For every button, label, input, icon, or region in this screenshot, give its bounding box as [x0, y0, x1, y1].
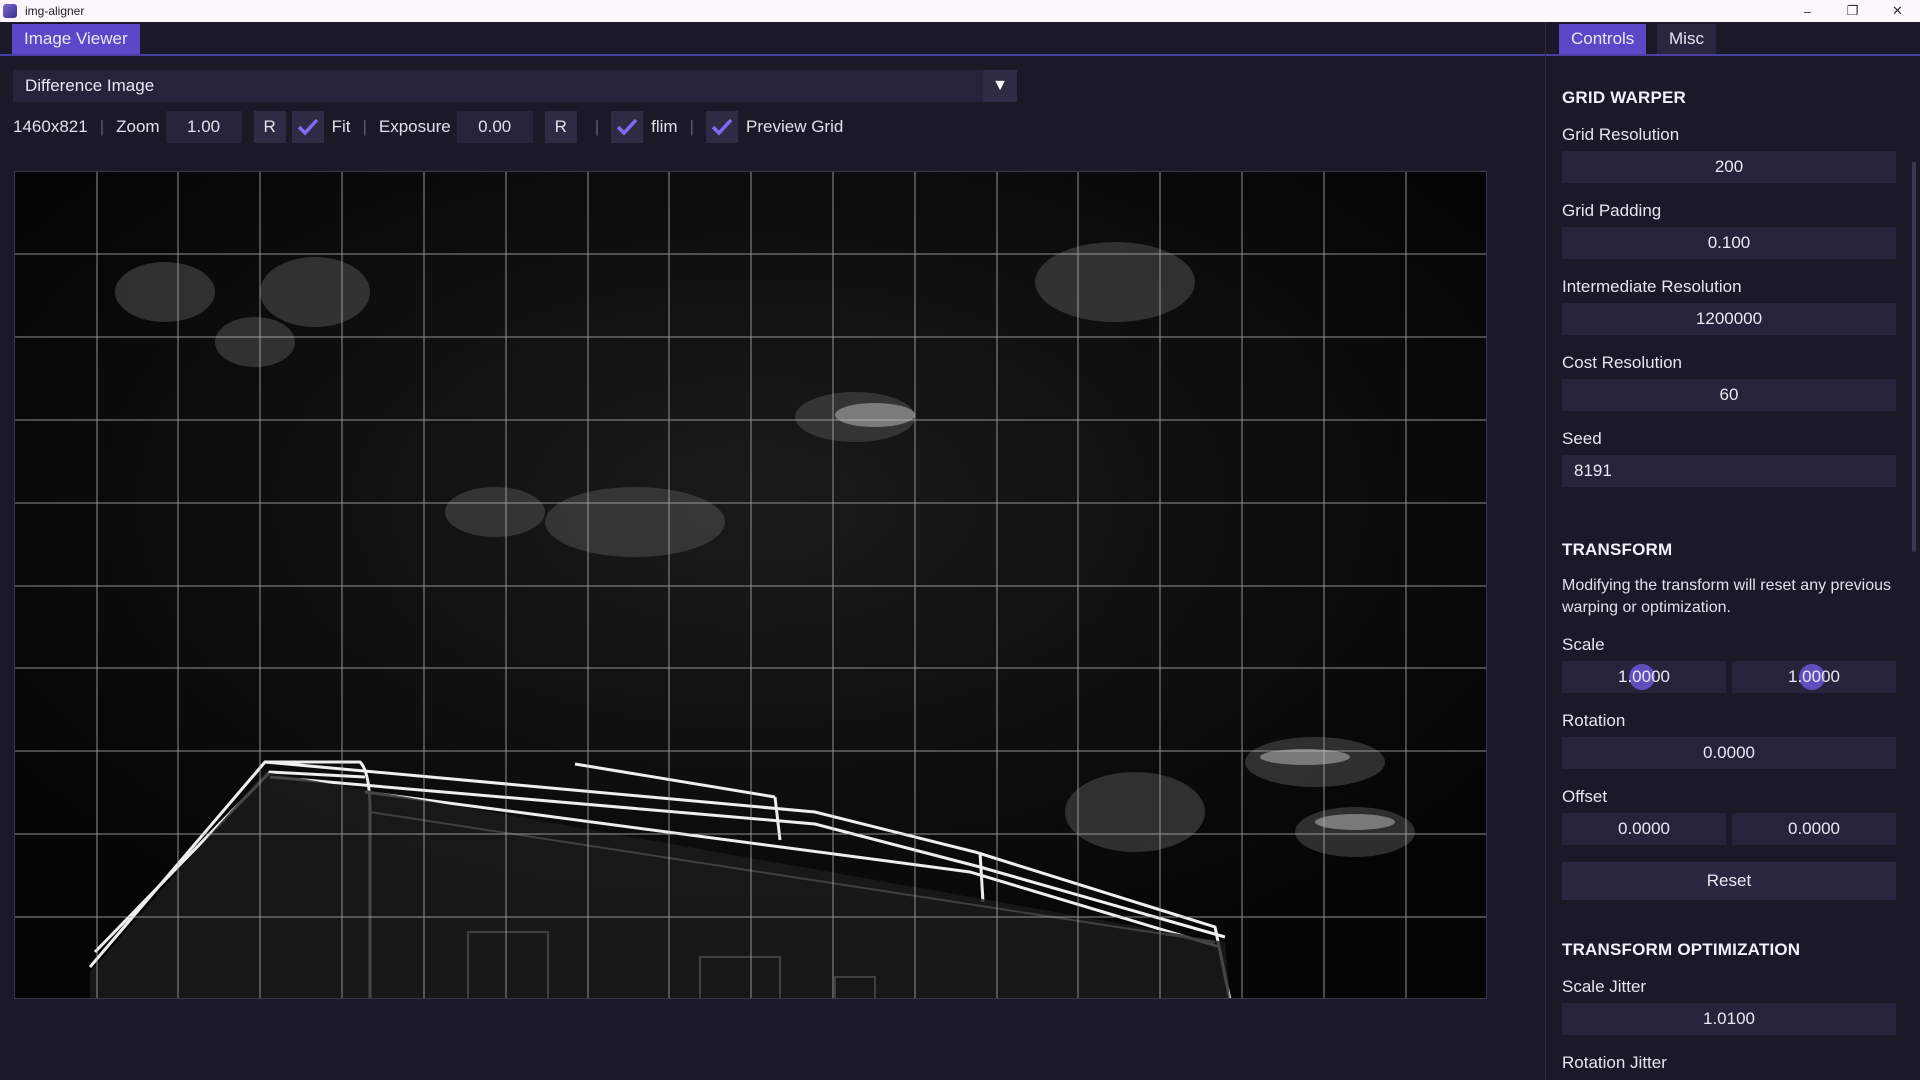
- scale-y-input[interactable]: 1.0000: [1732, 661, 1896, 693]
- scrollbar[interactable]: [1912, 162, 1916, 552]
- app-icon: [3, 4, 17, 18]
- flim-checkbox[interactable]: [611, 111, 644, 143]
- fit-checkbox[interactable]: [291, 111, 324, 143]
- grid-padding-label: Grid Padding: [1562, 201, 1662, 220]
- window-title: img-aligner: [25, 4, 85, 18]
- transform-note: Modifying the transform will reset any p…: [1562, 577, 1892, 616]
- scale-label: Scale: [1562, 635, 1605, 654]
- transform-heading: TRANSFORM: [1562, 540, 1673, 559]
- difference-image: [15, 172, 1486, 998]
- checkmark-icon: [297, 118, 318, 136]
- grid-warper-heading: GRID WARPER: [1562, 88, 1687, 107]
- checkmark-icon: [616, 118, 638, 136]
- cost-resolution-input[interactable]: 60: [1562, 379, 1896, 411]
- preview-grid-label: Preview Grid: [746, 117, 844, 136]
- viewer-tab-bar: Image Viewer: [0, 22, 1545, 56]
- zoom-label: Zoom: [116, 117, 160, 136]
- title-bar: img-aligner – ❐ ✕: [0, 0, 1920, 22]
- scale-jitter-input[interactable]: 1.0100: [1562, 1003, 1896, 1035]
- reset-zoom-button[interactable]: R: [253, 111, 286, 143]
- restore-button[interactable]: ❐: [1830, 0, 1875, 22]
- intermediate-resolution-input[interactable]: 1200000: [1562, 303, 1896, 335]
- exposure-input[interactable]: 0.00: [456, 111, 533, 143]
- seed-label: Seed: [1562, 429, 1602, 448]
- grid-padding-input[interactable]: 0.100: [1562, 227, 1896, 259]
- tab-image-viewer[interactable]: Image Viewer: [12, 24, 140, 54]
- grid-resolution-input[interactable]: 200: [1562, 151, 1896, 183]
- viewer-toolbar: 1460x821 | Zoom 1.00 R Fit | Exposure 0.…: [13, 110, 843, 144]
- scale-jitter-label: Scale Jitter: [1562, 977, 1647, 996]
- scale-x-value: 1.0000: [1618, 667, 1670, 686]
- offset-x-input[interactable]: 0.0000: [1562, 813, 1726, 845]
- reset-exposure-button[interactable]: R: [544, 111, 577, 143]
- offset-y-input[interactable]: 0.0000: [1732, 813, 1896, 845]
- scale-x-input[interactable]: 1.0000: [1562, 661, 1726, 693]
- controls-tab-bar: Controls Misc: [1546, 22, 1920, 56]
- preview-grid-checkbox[interactable]: [706, 111, 739, 143]
- rotation-input[interactable]: 0.0000: [1562, 737, 1896, 769]
- checkmark-icon: [711, 118, 733, 136]
- rotation-jitter-label: Rotation Jitter: [1562, 1053, 1667, 1072]
- rotation-label: Rotation: [1562, 711, 1626, 730]
- exposure-label: Exposure: [378, 117, 451, 136]
- dropdown-arrow-icon[interactable]: ▼: [983, 70, 1017, 102]
- image-canvas[interactable]: [14, 171, 1487, 999]
- intermediate-resolution-label: Intermediate Resolution: [1562, 277, 1742, 296]
- image-viewer-panel: Image Viewer Difference Image ▼ 1460x821…: [0, 22, 1545, 1080]
- minimize-button[interactable]: –: [1785, 0, 1830, 22]
- separator: |: [594, 117, 600, 136]
- reset-button[interactable]: Reset: [1562, 862, 1896, 900]
- tab-misc[interactable]: Misc: [1657, 24, 1716, 54]
- fit-label: Fit: [331, 117, 351, 136]
- scale-y-value: 1.0000: [1788, 667, 1840, 686]
- seed-input[interactable]: 8191: [1562, 455, 1896, 487]
- view-mode-value: Difference Image: [25, 76, 155, 95]
- close-button[interactable]: ✕: [1875, 0, 1920, 22]
- separator: |: [362, 117, 367, 136]
- offset-label: Offset: [1562, 787, 1608, 806]
- zoom-input[interactable]: 1.00: [165, 111, 242, 143]
- cost-resolution-label: Cost Resolution: [1562, 353, 1683, 372]
- flim-label: flim: [651, 117, 678, 136]
- controls-panel: Controls Misc GRID WARPER Grid Resolutio…: [1545, 22, 1920, 1080]
- separator: |: [689, 117, 695, 136]
- tab-controls[interactable]: Controls: [1559, 24, 1647, 54]
- transform-optimization-heading: TRANSFORM OPTIMIZATION: [1562, 940, 1801, 959]
- grid-resolution-label: Grid Resolution: [1562, 125, 1680, 144]
- view-mode-select[interactable]: Difference Image ▼: [13, 70, 1017, 102]
- image-dimensions: 1460x821: [13, 117, 88, 136]
- separator: |: [99, 117, 105, 136]
